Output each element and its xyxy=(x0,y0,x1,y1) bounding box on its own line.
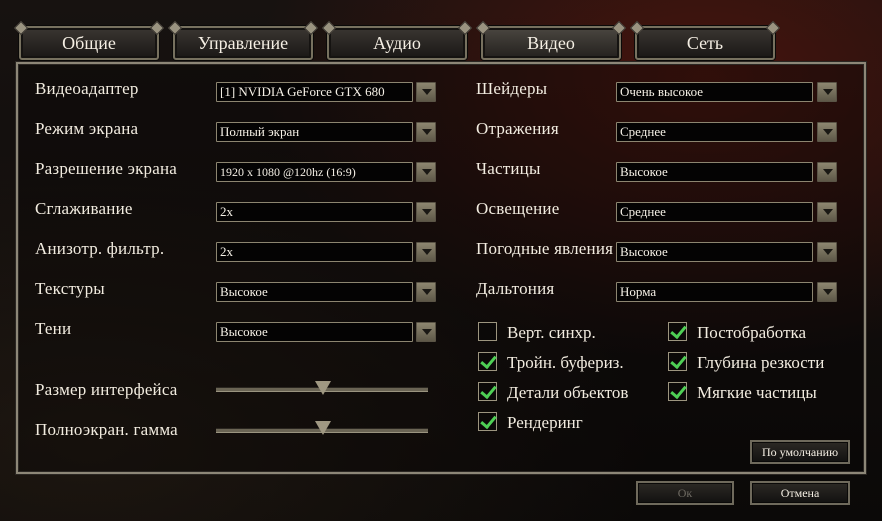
rendering-label: Рендеринг xyxy=(507,413,583,432)
triple-buffering-checkbox[interactable] xyxy=(478,352,497,371)
ok-button[interactable]: Ок xyxy=(636,481,734,505)
weather-select[interactable]: Высокое xyxy=(616,242,813,262)
triple-buffering-label: Тройн. буфериз. xyxy=(507,353,624,372)
colorblind-select[interactable]: Норма xyxy=(616,282,813,302)
post-processing-label: Постобработка xyxy=(697,323,807,342)
depth-of-field-label: Глубина резкости xyxy=(697,353,825,372)
resolution-select[interactable]: 1920 x 1080 @120hz (16:9) xyxy=(216,162,413,182)
rendering-checkbox[interactable] xyxy=(478,412,497,431)
shadows-dropdown-icon[interactable] xyxy=(416,322,436,342)
soft-particles-checkbox[interactable] xyxy=(668,382,687,401)
video-adapter-dropdown-icon[interactable] xyxy=(416,82,436,102)
post-processing-checkbox[interactable] xyxy=(668,322,687,341)
lighting-dropdown-icon[interactable] xyxy=(817,202,837,222)
tab-controls[interactable]: Управление xyxy=(173,26,313,60)
textures-select[interactable]: Высокое xyxy=(216,282,413,302)
shaders-dropdown-icon[interactable] xyxy=(817,82,837,102)
soft-particles-label: Мягкие частицы xyxy=(697,383,817,402)
depth-of-field-checkbox[interactable] xyxy=(668,352,687,371)
tab-audio[interactable]: Аудио xyxy=(327,26,467,60)
object-detail-label: Детали объектов xyxy=(507,383,629,402)
ui-scale-label: Размер интерфейса xyxy=(35,380,178,399)
weather-label: Погодные явления xyxy=(476,239,614,258)
gamma-label: Полноэкран. гамма xyxy=(35,420,178,439)
resolution-label: Разрешение экрана xyxy=(35,159,178,178)
screen-mode-label: Режим экрана xyxy=(35,119,139,138)
reflections-select[interactable]: Среднее xyxy=(616,122,813,142)
cancel-button[interactable]: Отмена xyxy=(750,481,850,505)
tab-video[interactable]: Видео xyxy=(481,26,621,60)
defaults-button[interactable]: По умолчанию xyxy=(750,440,850,464)
anisotropic-select[interactable]: 2x xyxy=(216,242,413,262)
lighting-label: Освещение xyxy=(476,199,560,218)
colorblind-dropdown-icon[interactable] xyxy=(817,282,837,302)
colorblind-label: Дальтония xyxy=(476,279,555,298)
screen-mode-select[interactable]: Полный экран xyxy=(216,122,413,142)
shaders-label: Шейдеры xyxy=(476,79,548,98)
reflections-dropdown-icon[interactable] xyxy=(817,122,837,142)
antialiasing-select[interactable]: 2x xyxy=(216,202,413,222)
antialiasing-label: Сглаживание xyxy=(35,199,133,218)
weather-dropdown-icon[interactable] xyxy=(817,242,837,262)
shadows-label: Тени xyxy=(35,319,72,338)
shadows-select[interactable]: Высокое xyxy=(216,322,413,342)
video-adapter-label: Видеоадаптер xyxy=(35,79,139,98)
reflections-label: Отражения xyxy=(476,119,559,138)
vsync-checkbox[interactable] xyxy=(478,322,497,341)
ui-scale-slider-thumb[interactable] xyxy=(315,381,331,395)
particles-dropdown-icon[interactable] xyxy=(817,162,837,182)
screen-mode-dropdown-icon[interactable] xyxy=(416,122,436,142)
object-detail-checkbox[interactable] xyxy=(478,382,497,401)
video-adapter-select[interactable]: [1] NVIDIA GeForce GTX 680 xyxy=(216,82,413,102)
anisotropic-label: Анизотр. фильтр. xyxy=(35,239,165,258)
textures-label: Текстуры xyxy=(35,279,105,298)
lighting-select[interactable]: Среднее xyxy=(616,202,813,222)
anisotropic-dropdown-icon[interactable] xyxy=(416,242,436,262)
shaders-select[interactable]: Очень высокое xyxy=(616,82,813,102)
tab-general[interactable]: Общие xyxy=(19,26,159,60)
antialiasing-dropdown-icon[interactable] xyxy=(416,202,436,222)
vsync-label: Верт. синхр. xyxy=(507,323,596,342)
particles-label: Частицы xyxy=(476,159,541,178)
textures-dropdown-icon[interactable] xyxy=(416,282,436,302)
resolution-dropdown-icon[interactable] xyxy=(416,162,436,182)
tab-network[interactable]: Сеть xyxy=(635,26,775,60)
particles-select[interactable]: Высокое xyxy=(616,162,813,182)
gamma-slider-thumb[interactable] xyxy=(315,421,331,435)
